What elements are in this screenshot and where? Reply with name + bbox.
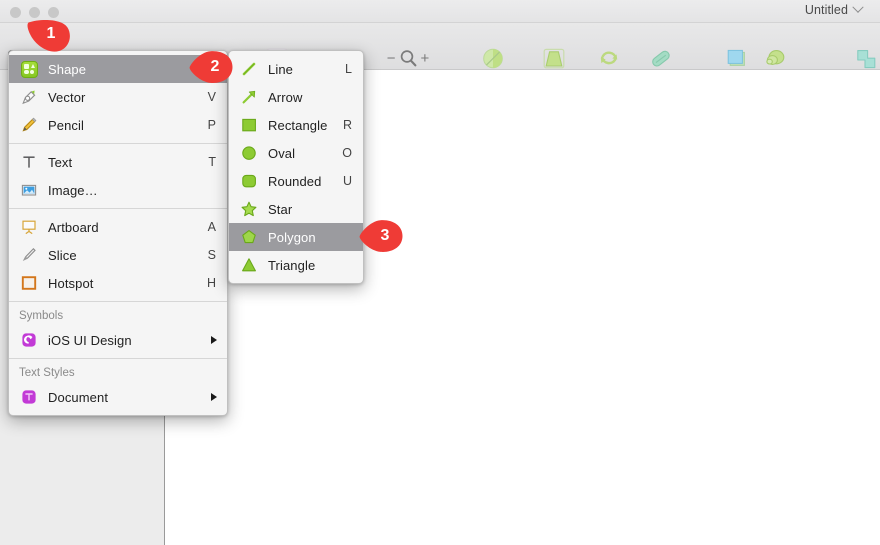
shape-submenu[interactable]: Line L Arrow Rectangle R Oval O Rounded … [228, 50, 364, 284]
callout-badge-3: 3 [358, 219, 404, 253]
callout-badge-2: 2 [188, 50, 234, 84]
menu-item-pencil-label: Pencil [48, 117, 85, 133]
menu-item-ios-ui-design[interactable]: iOS UI Design [9, 326, 227, 354]
submenu-item-oval-key: O [342, 146, 352, 160]
submenu-item-rounded[interactable]: Rounded U [229, 167, 363, 195]
arrow-icon [239, 87, 259, 107]
submenu-item-oval-label: Oval [268, 145, 296, 161]
menu-item-text[interactable]: Text T [9, 148, 227, 176]
zoom-out-button[interactable]: − [387, 51, 396, 66]
close-button[interactable] [10, 7, 21, 18]
rotate-icon [601, 51, 618, 65]
menu-item-image[interactable]: Image… [9, 176, 227, 204]
submenu-item-star-label: Star [268, 201, 293, 217]
submenu-item-arrow-label: Arrow [268, 89, 303, 105]
menu-separator [9, 358, 227, 359]
submenu-item-polygon-label: Polygon [268, 229, 316, 245]
rectangle-icon [239, 115, 259, 135]
menu-item-artboard-label: Artboard [48, 219, 99, 235]
pen-icon [19, 87, 39, 107]
menu-item-hotspot-key: H [206, 276, 216, 290]
menu-item-artboard-key: A [207, 220, 216, 234]
menu-item-document[interactable]: Document [9, 383, 227, 411]
zoom-in-button[interactable]: + [421, 51, 430, 66]
document-title-label: Untitled [804, 3, 848, 17]
union-icon [856, 50, 876, 69]
submenu-arrow-icon [211, 393, 217, 401]
submenu-item-triangle[interactable]: Triangle [229, 251, 363, 279]
callout-badge-2-label: 2 [210, 58, 220, 75]
text-styles-header: Text Styles [19, 367, 75, 379]
submenu-arrow-icon [211, 336, 217, 344]
menu-item-slice-key: S [207, 248, 216, 262]
shape-icon [19, 59, 39, 79]
submenu-item-line-key: L [345, 62, 352, 76]
app-window: Untitled − + Shape Vector V Pencil P Tex… [0, 0, 880, 545]
menu-item-text-key: T [208, 155, 216, 169]
submenu-item-triangle-label: Triangle [268, 257, 316, 273]
document-title[interactable]: Untitled [804, 1, 864, 17]
hotspot-icon [19, 273, 39, 293]
menu-item-slice[interactable]: Slice S [9, 241, 227, 269]
title-bar: Untitled [0, 0, 880, 23]
menu-item-vector-label: Vector [48, 89, 86, 105]
traffic-lights [10, 7, 59, 18]
menu-item-artboard[interactable]: Artboard A [9, 213, 227, 241]
magnifier-icon[interactable] [399, 49, 418, 68]
submenu-item-rounded-label: Rounded [268, 173, 322, 189]
menu-separator [9, 301, 227, 302]
star-icon [239, 199, 259, 219]
menu-item-pencil[interactable]: Pencil P [9, 111, 227, 139]
menu-item-hotspot[interactable]: Hotspot H [9, 269, 227, 297]
image-icon [19, 180, 39, 200]
insert-menu[interactable]: Shape Vector V Pencil P Text T Image… Ar… [8, 50, 228, 416]
menu-item-pencil-key: P [207, 118, 216, 132]
menu-item-text-label: Text [48, 154, 73, 170]
menu-item-slice-label: Slice [48, 247, 77, 263]
submenu-item-line-label: Line [268, 61, 293, 77]
callout-badge-1: 1 [26, 18, 72, 52]
transform-icon [543, 48, 565, 69]
zoom-button[interactable] [48, 7, 59, 18]
line-icon [239, 59, 259, 79]
submenu-item-rectangle[interactable]: Rectangle R [229, 111, 363, 139]
edit-icon [483, 48, 503, 69]
menu-item-ios-ui-design-label: iOS UI Design [48, 332, 132, 348]
pencil-icon [19, 115, 39, 135]
mask-icon [727, 49, 745, 66]
symbols-header: Symbols [19, 310, 64, 322]
menu-item-image-label: Image… [48, 182, 98, 198]
menu-item-vector-key: V [207, 90, 216, 104]
polygon-icon [239, 227, 259, 247]
text-icon [19, 152, 39, 172]
submenu-item-arrow[interactable]: Arrow [229, 83, 363, 111]
flatten-icon [652, 50, 670, 67]
submenu-item-rounded-key: U [342, 174, 352, 188]
menu-item-vector[interactable]: Vector V [9, 83, 227, 111]
oval-icon [239, 143, 259, 163]
symbol-icon [19, 330, 39, 350]
menu-item-document-label: Document [48, 389, 109, 405]
triangle-icon [239, 255, 259, 275]
callout-badge-1-label: 1 [46, 25, 56, 42]
scale-icon [766, 50, 785, 65]
submenu-item-star[interactable]: Star [229, 195, 363, 223]
submenu-item-rectangle-key: R [342, 118, 352, 132]
submenu-item-oval[interactable]: Oval O [229, 139, 363, 167]
menu-item-hotspot-label: Hotspot [48, 275, 94, 291]
artboard-icon [19, 217, 39, 237]
menu-separator [9, 208, 227, 209]
text-style-icon [19, 387, 39, 407]
minimize-button[interactable] [29, 7, 40, 18]
submenu-item-line[interactable]: Line L [229, 55, 363, 83]
chevron-down-icon[interactable] [852, 1, 864, 13]
submenu-item-polygon[interactable]: Polygon [229, 223, 363, 251]
rounded-icon [239, 171, 259, 191]
submenu-item-rectangle-label: Rectangle [268, 117, 328, 133]
slice-icon [19, 245, 39, 265]
menu-separator [9, 143, 227, 144]
callout-badge-3-label: 3 [380, 227, 390, 244]
